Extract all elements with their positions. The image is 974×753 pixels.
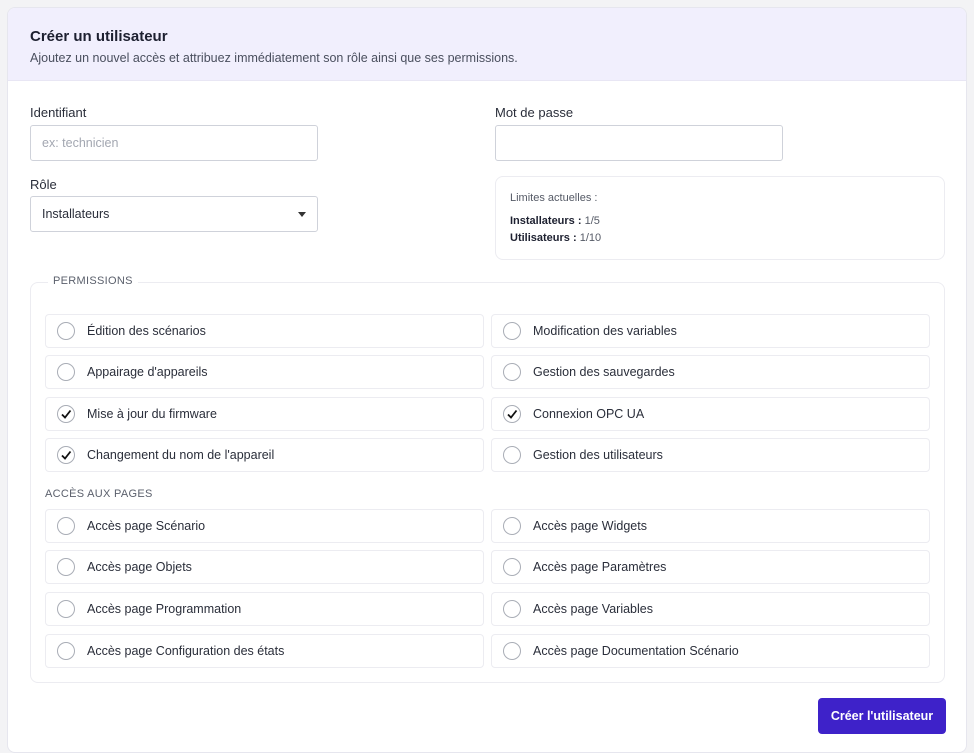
limits-row-installers: Installateurs : 1/5 (510, 215, 930, 227)
page-access-label: Accès page Paramètres (533, 560, 667, 574)
permission-label: Changement du nom de l'appareil (87, 448, 275, 462)
permission-label: Gestion des sauvegardes (533, 365, 675, 379)
permission-backups[interactable]: Gestion des sauvegardes (491, 355, 930, 389)
password-input[interactable] (495, 125, 783, 161)
page-access-label: Accès page Objets (87, 560, 192, 574)
permission-device-rename[interactable]: Changement du nom de l'appareil (45, 438, 484, 472)
page-access-label: Accès page Configuration des états (87, 644, 285, 658)
page-access-scenario[interactable]: Accès page Scénario (45, 509, 484, 543)
checkbox[interactable] (503, 642, 521, 660)
checkbox[interactable] (503, 517, 521, 535)
page-access-label: Accès page Scénario (87, 519, 206, 533)
role-select[interactable]: Installateurs (30, 196, 318, 232)
permission-label: Appairage d'appareils (87, 365, 208, 379)
checkbox[interactable] (57, 446, 75, 464)
checkbox[interactable] (503, 600, 521, 618)
role-select-value: Installateurs (42, 207, 110, 221)
page-access-label: Accès page Documentation Scénario (533, 644, 739, 658)
checkbox[interactable] (503, 558, 521, 576)
checkbox[interactable] (503, 363, 521, 381)
limits-row-value: 1/10 (579, 232, 602, 244)
checkbox[interactable] (503, 446, 521, 464)
limits-panel: Limites actuelles : Installateurs : 1/5 … (495, 176, 945, 260)
page-access-scenario-docs[interactable]: Accès page Documentation Scénario (491, 634, 930, 668)
page-access-label: Accès page Programmation (87, 602, 242, 616)
checkbox[interactable] (57, 405, 75, 423)
permission-device-pairing[interactable]: Appairage d'appareils (45, 355, 484, 389)
checkbox[interactable] (503, 405, 521, 423)
role-label: Rôle (30, 177, 57, 192)
page-subtitle: Ajoutez un nouvel accès et attribuez imm… (30, 51, 518, 65)
permission-label: Mise à jour du firmware (87, 407, 217, 421)
page-access-label: Accès page Widgets (533, 519, 647, 533)
checkmark-icon (61, 450, 72, 460)
identifier-input[interactable] (30, 125, 318, 161)
permissions-section-title: PERMISSIONS (48, 275, 138, 287)
identifier-label: Identifiant (30, 105, 87, 120)
page-access-label: Accès page Variables (533, 602, 653, 616)
checkbox[interactable] (57, 322, 75, 340)
checkmark-icon (507, 409, 518, 419)
page-access-programming[interactable]: Accès page Programmation (45, 592, 484, 626)
permission-edit-variables[interactable]: Modification des variables (491, 314, 930, 348)
checkbox[interactable] (57, 600, 75, 618)
page-access-widgets[interactable]: Accès page Widgets (491, 509, 930, 543)
limits-row-label: Installateurs : (510, 215, 582, 227)
create-user-button[interactable]: Créer l'utilisateur (818, 698, 946, 734)
limits-row-value: 1/5 (584, 215, 600, 227)
permission-opc-ua[interactable]: Connexion OPC UA (491, 397, 930, 431)
password-label: Mot de passe (495, 105, 574, 120)
page-title: Créer un utilisateur (30, 28, 168, 45)
caret-down-icon (298, 211, 306, 217)
page-access-objects[interactable]: Accès page Objets (45, 550, 484, 584)
checkbox[interactable] (57, 558, 75, 576)
checkbox[interactable] (57, 517, 75, 535)
checkbox[interactable] (57, 642, 75, 660)
checkbox[interactable] (57, 363, 75, 381)
checkbox[interactable] (503, 322, 521, 340)
limits-row-users: Utilisateurs : 1/10 (510, 232, 930, 244)
page-access-variables[interactable]: Accès page Variables (491, 592, 930, 626)
permission-firmware-update[interactable]: Mise à jour du firmware (45, 397, 484, 431)
permission-label: Modification des variables (533, 324, 677, 338)
page-access-state-config[interactable]: Accès page Configuration des états (45, 634, 484, 668)
permission-edit-scenarios[interactable]: Édition des scénarios (45, 314, 484, 348)
checkmark-icon (61, 409, 72, 419)
permission-label: Gestion des utilisateurs (533, 448, 663, 462)
card-header: Créer un utilisateur Ajoutez un nouvel a… (8, 8, 966, 81)
pages-section-title: ACCÈS AUX PAGES (45, 488, 153, 500)
permission-label: Édition des scénarios (87, 324, 206, 338)
permission-user-management[interactable]: Gestion des utilisateurs (491, 438, 930, 472)
limits-row-label: Utilisateurs : (510, 232, 577, 244)
page-access-settings[interactable]: Accès page Paramètres (491, 550, 930, 584)
create-user-card: Créer un utilisateur Ajoutez un nouvel a… (7, 7, 967, 753)
permission-label: Connexion OPC UA (533, 407, 645, 421)
limits-title: Limites actuelles : (510, 192, 598, 204)
